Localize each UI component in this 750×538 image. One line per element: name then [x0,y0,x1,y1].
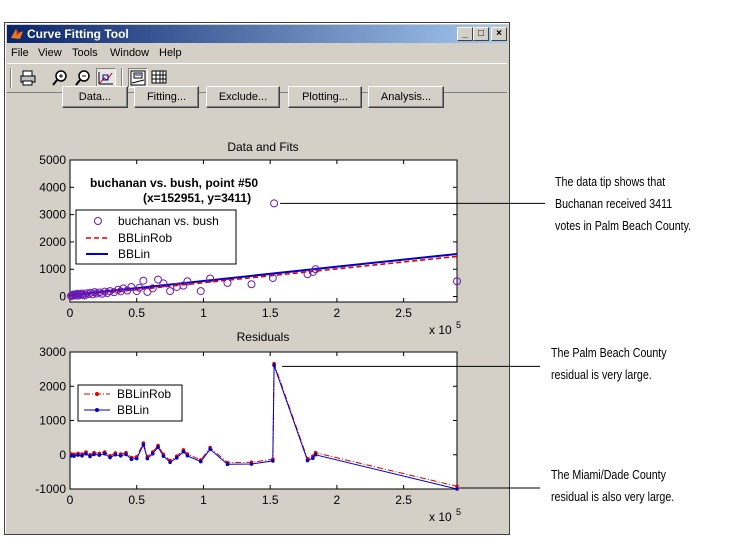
residual-point [72,454,76,458]
residual-point [249,462,254,466]
residual-point [102,451,107,456]
x-exponent-power: 5 [456,320,461,330]
x-tick-label: 0 [67,306,74,320]
residual-point [113,452,118,457]
residual-point [108,455,112,460]
x-tick-label: 1 [200,493,207,507]
residual-point [156,445,160,450]
residual-point [76,453,80,457]
residual-point [84,451,88,456]
x-tick-label: 1.5 [262,306,279,320]
residual-point [161,454,166,458]
residual-point [198,459,203,464]
y-tick-label: 2000 [39,379,66,393]
residual-point [271,459,275,463]
y-tick-label: 4000 [39,180,66,194]
residual-point [305,458,310,463]
x-exponent-label: x 10 [429,510,452,524]
annotation-miami-dade-residual: The Miami/Dade County residual is also v… [551,464,674,508]
x-tick-label: 0 [67,493,74,507]
legend-label: BBLin [117,403,149,417]
annotation-line: The data tip shows that [555,174,666,189]
residual-point [124,452,128,457]
x-tick-label: 2 [334,493,341,507]
annotation-line: The Miami/Dade County [551,467,666,482]
residual-point [88,454,92,459]
annotation-line: residual is also very large. [551,489,675,504]
legend-label: BBLin [118,247,150,261]
x-tick-label: 1 [200,306,207,320]
x-tick-label: 2 [334,306,341,320]
residual-point [208,447,212,452]
legend-label: buchanan vs. bush [118,214,219,228]
legend-marker-bblin [95,408,99,412]
residual-point [174,456,179,460]
y-tick-label: 3000 [39,208,66,222]
legend-label: BBLinRob [118,231,172,245]
x-tick-label: 0.5 [128,493,145,507]
x-tick-label: 2.5 [395,493,412,507]
datatip-line-1: buchanan vs. bush, point #50 [90,176,258,190]
y-tick-label: -1000 [35,482,66,496]
x-exponent-power: 5 [456,507,461,517]
legend-marker-bblinrob [95,392,99,396]
y-tick-label: 1000 [39,414,66,428]
residual-point [272,363,276,368]
x-exponent-label: x 10 [429,323,452,337]
datatip-line-2: (x=152951, y=3411) [143,191,251,205]
annotation-line: The Palm Beach County [551,345,667,360]
residual-point [311,456,315,460]
annotation-line: votes in Palm Beach County. [555,218,692,233]
residual-point [80,453,84,458]
residual-point [150,451,155,456]
annotation-palm-beach-residual: The Palm Beach County residual is very l… [551,342,667,386]
residual-point [455,487,459,491]
residual-point [134,456,139,461]
y-tick-label: 1000 [39,262,66,276]
annotation-line: residual is very large. [551,367,652,382]
residual-point [97,453,102,457]
charts-canvas: 0 0.5 1 1.5 2 2.5 0 1000 2000 3000 4000 5000 x 10 5 bu… [35,153,545,524]
residual-point [313,452,318,457]
residual-point [181,449,186,454]
residual-point [225,462,230,467]
residual-point [141,443,146,447]
x-tick-label: 0.5 [128,306,145,320]
residual-point [168,460,172,465]
residual-point [92,452,96,457]
residual-point [118,453,123,458]
legend-label: BBLinRob [117,387,171,401]
y-tick-label: 5000 [39,153,66,167]
y-tick-label: 0 [59,290,66,304]
residual-point [145,456,150,461]
residual-point [185,453,190,458]
x-tick-label: 1.5 [262,493,279,507]
residual-point [129,457,134,462]
y-tick-label: 2000 [39,235,66,249]
x-tick-label: 2.5 [395,306,412,320]
y-tick-label: 0 [59,448,66,462]
annotation-data-tip: The data tip shows that Buchanan receive… [555,171,691,237]
y-tick-label: 3000 [39,345,66,359]
annotation-line: Buchanan received 3411 [555,196,673,211]
